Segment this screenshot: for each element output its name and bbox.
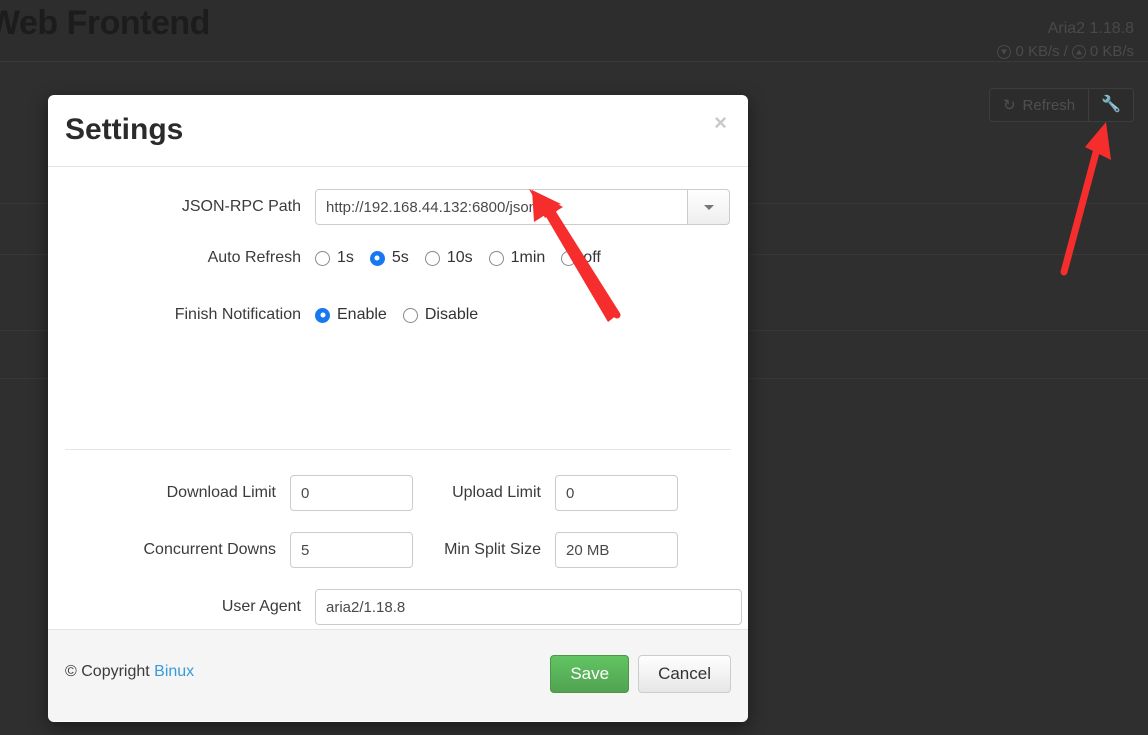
field-row-user-agent: User Agent <box>65 589 742 625</box>
copyright-text: © Copyright Binux <box>65 663 194 681</box>
navbar: Web Frontend Aria2 1.18.8 0 KB/s / 0 KB/… <box>0 0 1148 62</box>
finish-notification-option-disable[interactable]: Disable <box>402 306 479 324</box>
field-row-finish-notification: Finish Notification Enable Disable <box>65 306 494 324</box>
field-row-upload-limit: Upload Limit <box>418 475 678 511</box>
settings-button[interactable]: 🔧 <box>1089 88 1134 122</box>
auto-refresh-option-off[interactable]: off <box>561 249 601 267</box>
auto-refresh-option-label: 5s <box>391 249 409 266</box>
concurrent-downs-label: Concurrent Downs <box>143 541 277 558</box>
radio-icon <box>315 307 330 323</box>
download-limit-label: Download Limit <box>166 484 276 501</box>
toolbar: ↻ Refresh 🔧 <box>988 88 1134 122</box>
finish-notification-label: Finish Notification <box>174 306 301 323</box>
auto-refresh-option-1s[interactable]: 1s <box>315 249 354 267</box>
auto-refresh-option-1min[interactable]: 1min <box>488 249 546 267</box>
refresh-button-label: Refresh <box>1022 96 1076 114</box>
radio-icon <box>488 250 504 266</box>
finish-notification-radio-group: Enable Disable <box>315 306 494 324</box>
auto-refresh-option-label: 1min <box>510 249 546 266</box>
auto-refresh-option-label: 10s <box>446 249 473 266</box>
min-split-size-input[interactable] <box>555 532 678 568</box>
field-row-download-limit: Download Limit <box>65 475 413 511</box>
speed-separator: / <box>1063 43 1068 60</box>
binux-link[interactable]: Binux <box>154 663 194 680</box>
user-agent-label: User Agent <box>221 598 301 615</box>
concurrent-downs-input[interactable] <box>290 532 413 568</box>
radio-icon <box>561 250 577 266</box>
download-limit-input[interactable] <box>290 475 413 511</box>
speed-indicator: 0 KB/s / 0 KB/s <box>997 43 1134 60</box>
jsonrpc-path-label: JSON-RPC Path <box>181 198 301 215</box>
upload-speed-icon <box>1071 44 1086 59</box>
upload-limit-label: Upload Limit <box>452 484 541 501</box>
chevron-down-icon <box>703 204 714 210</box>
auto-refresh-option-5s[interactable]: 5s <box>369 249 409 267</box>
aria2-version: Aria2 1.18.8 <box>1047 20 1134 37</box>
section-divider <box>65 449 731 450</box>
upload-speed-value: 0 KB/s <box>1089 43 1134 60</box>
radio-icon <box>424 250 440 266</box>
download-speed-icon <box>997 44 1012 59</box>
modal-body: JSON-RPC Path Auto Refresh 1s 5s <box>48 167 748 683</box>
field-row-min-split-size: Min Split Size <box>418 532 678 568</box>
auto-refresh-option-label: off <box>583 249 601 266</box>
save-button[interactable]: Save <box>550 655 630 694</box>
auto-refresh-radio-group: 1s 5s 10s 1min off <box>315 249 617 267</box>
footer-buttons: Save Cancel <box>550 655 731 694</box>
modal-footer: © Copyright Binux Save Cancel <box>48 629 748 721</box>
auto-refresh-option-label: 1s <box>337 249 354 266</box>
settings-modal: Settings × JSON-RPC Path Auto Refresh 1s… <box>48 95 748 722</box>
field-row-concurrent-downs: Concurrent Downs <box>65 532 413 568</box>
finish-notification-option-enable[interactable]: Enable <box>315 306 387 324</box>
refresh-button[interactable]: ↻ Refresh <box>988 88 1090 122</box>
page-title: Settings <box>65 113 184 146</box>
wrench-icon: 🔧 <box>1101 96 1121 113</box>
radio-icon <box>315 250 330 266</box>
user-agent-input[interactable] <box>315 589 742 625</box>
min-split-size-label: Min Split Size <box>444 541 541 558</box>
finish-notification-option-label: Enable <box>337 306 387 323</box>
radio-icon <box>369 250 385 266</box>
field-row-jsonrpc-path: JSON-RPC Path <box>65 189 730 225</box>
jsonrpc-path-dropdown-button[interactable] <box>688 189 730 225</box>
copyright-prefix: © Copyright <box>65 663 155 680</box>
upload-limit-input[interactable] <box>555 475 678 511</box>
field-row-auto-refresh: Auto Refresh 1s 5s 10s 1min off <box>65 249 617 267</box>
auto-refresh-option-10s[interactable]: 10s <box>424 249 473 267</box>
refresh-icon: ↻ <box>1002 96 1016 114</box>
auto-refresh-label: Auto Refresh <box>207 249 301 266</box>
jsonrpc-path-input[interactable] <box>315 189 688 225</box>
modal-header: Settings × <box>48 95 748 167</box>
finish-notification-option-label: Disable <box>424 306 479 323</box>
radio-icon <box>402 307 418 323</box>
cancel-button[interactable]: Cancel <box>638 655 731 694</box>
download-speed-value: 0 KB/s <box>1015 43 1060 60</box>
app-title: Web Frontend <box>0 4 210 42</box>
close-icon[interactable]: × <box>710 108 731 138</box>
